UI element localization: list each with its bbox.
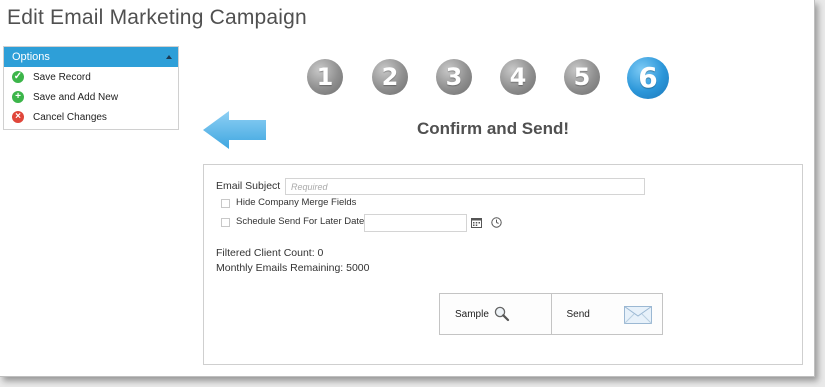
schedule-send-checkbox[interactable]	[221, 218, 230, 227]
page-title: Edit Email Marketing Campaign	[7, 6, 307, 29]
main-window: Edit Email Marketing Campaign Options ✓ …	[0, 0, 815, 377]
email-subject-label: Email Subject	[216, 180, 281, 192]
step-2[interactable]: 2	[372, 59, 408, 95]
sample-label: Sample	[455, 309, 489, 320]
envelope-icon	[623, 306, 652, 324]
client-count-text: Filtered Client Count: 0	[216, 247, 324, 259]
search-icon	[494, 306, 510, 322]
action-buttons: Sample Send	[439, 293, 663, 335]
step-3[interactable]: 3	[436, 59, 472, 95]
emails-remaining-text: Monthly Emails Remaining: 5000	[216, 262, 370, 274]
send-label: Send	[566, 309, 590, 320]
schedule-date-input[interactable]	[364, 214, 467, 232]
step-5[interactable]: 5	[564, 59, 600, 95]
step-6[interactable]: 6	[627, 57, 669, 99]
clock-icon[interactable]	[491, 217, 502, 228]
form-panel: Email Subject Required Hide Company Merg…	[203, 164, 803, 365]
step-1[interactable]: 1	[307, 59, 343, 95]
hide-merge-fields-label: Hide Company Merge Fields	[236, 197, 357, 208]
send-button[interactable]: Send	[550, 294, 663, 334]
wizard-steps: 1 2 3 4 5 6	[0, 57, 815, 101]
sample-button[interactable]: Sample	[440, 294, 551, 334]
email-subject-input[interactable]: Required	[285, 178, 645, 195]
calendar-icon[interactable]	[471, 217, 482, 228]
hide-merge-fields-checkbox[interactable]	[221, 199, 230, 208]
step-heading: Confirm and Send!	[416, 119, 570, 138]
schedule-send-label: Schedule Send For Later Date	[236, 216, 365, 227]
step-4[interactable]: 4	[500, 59, 536, 95]
